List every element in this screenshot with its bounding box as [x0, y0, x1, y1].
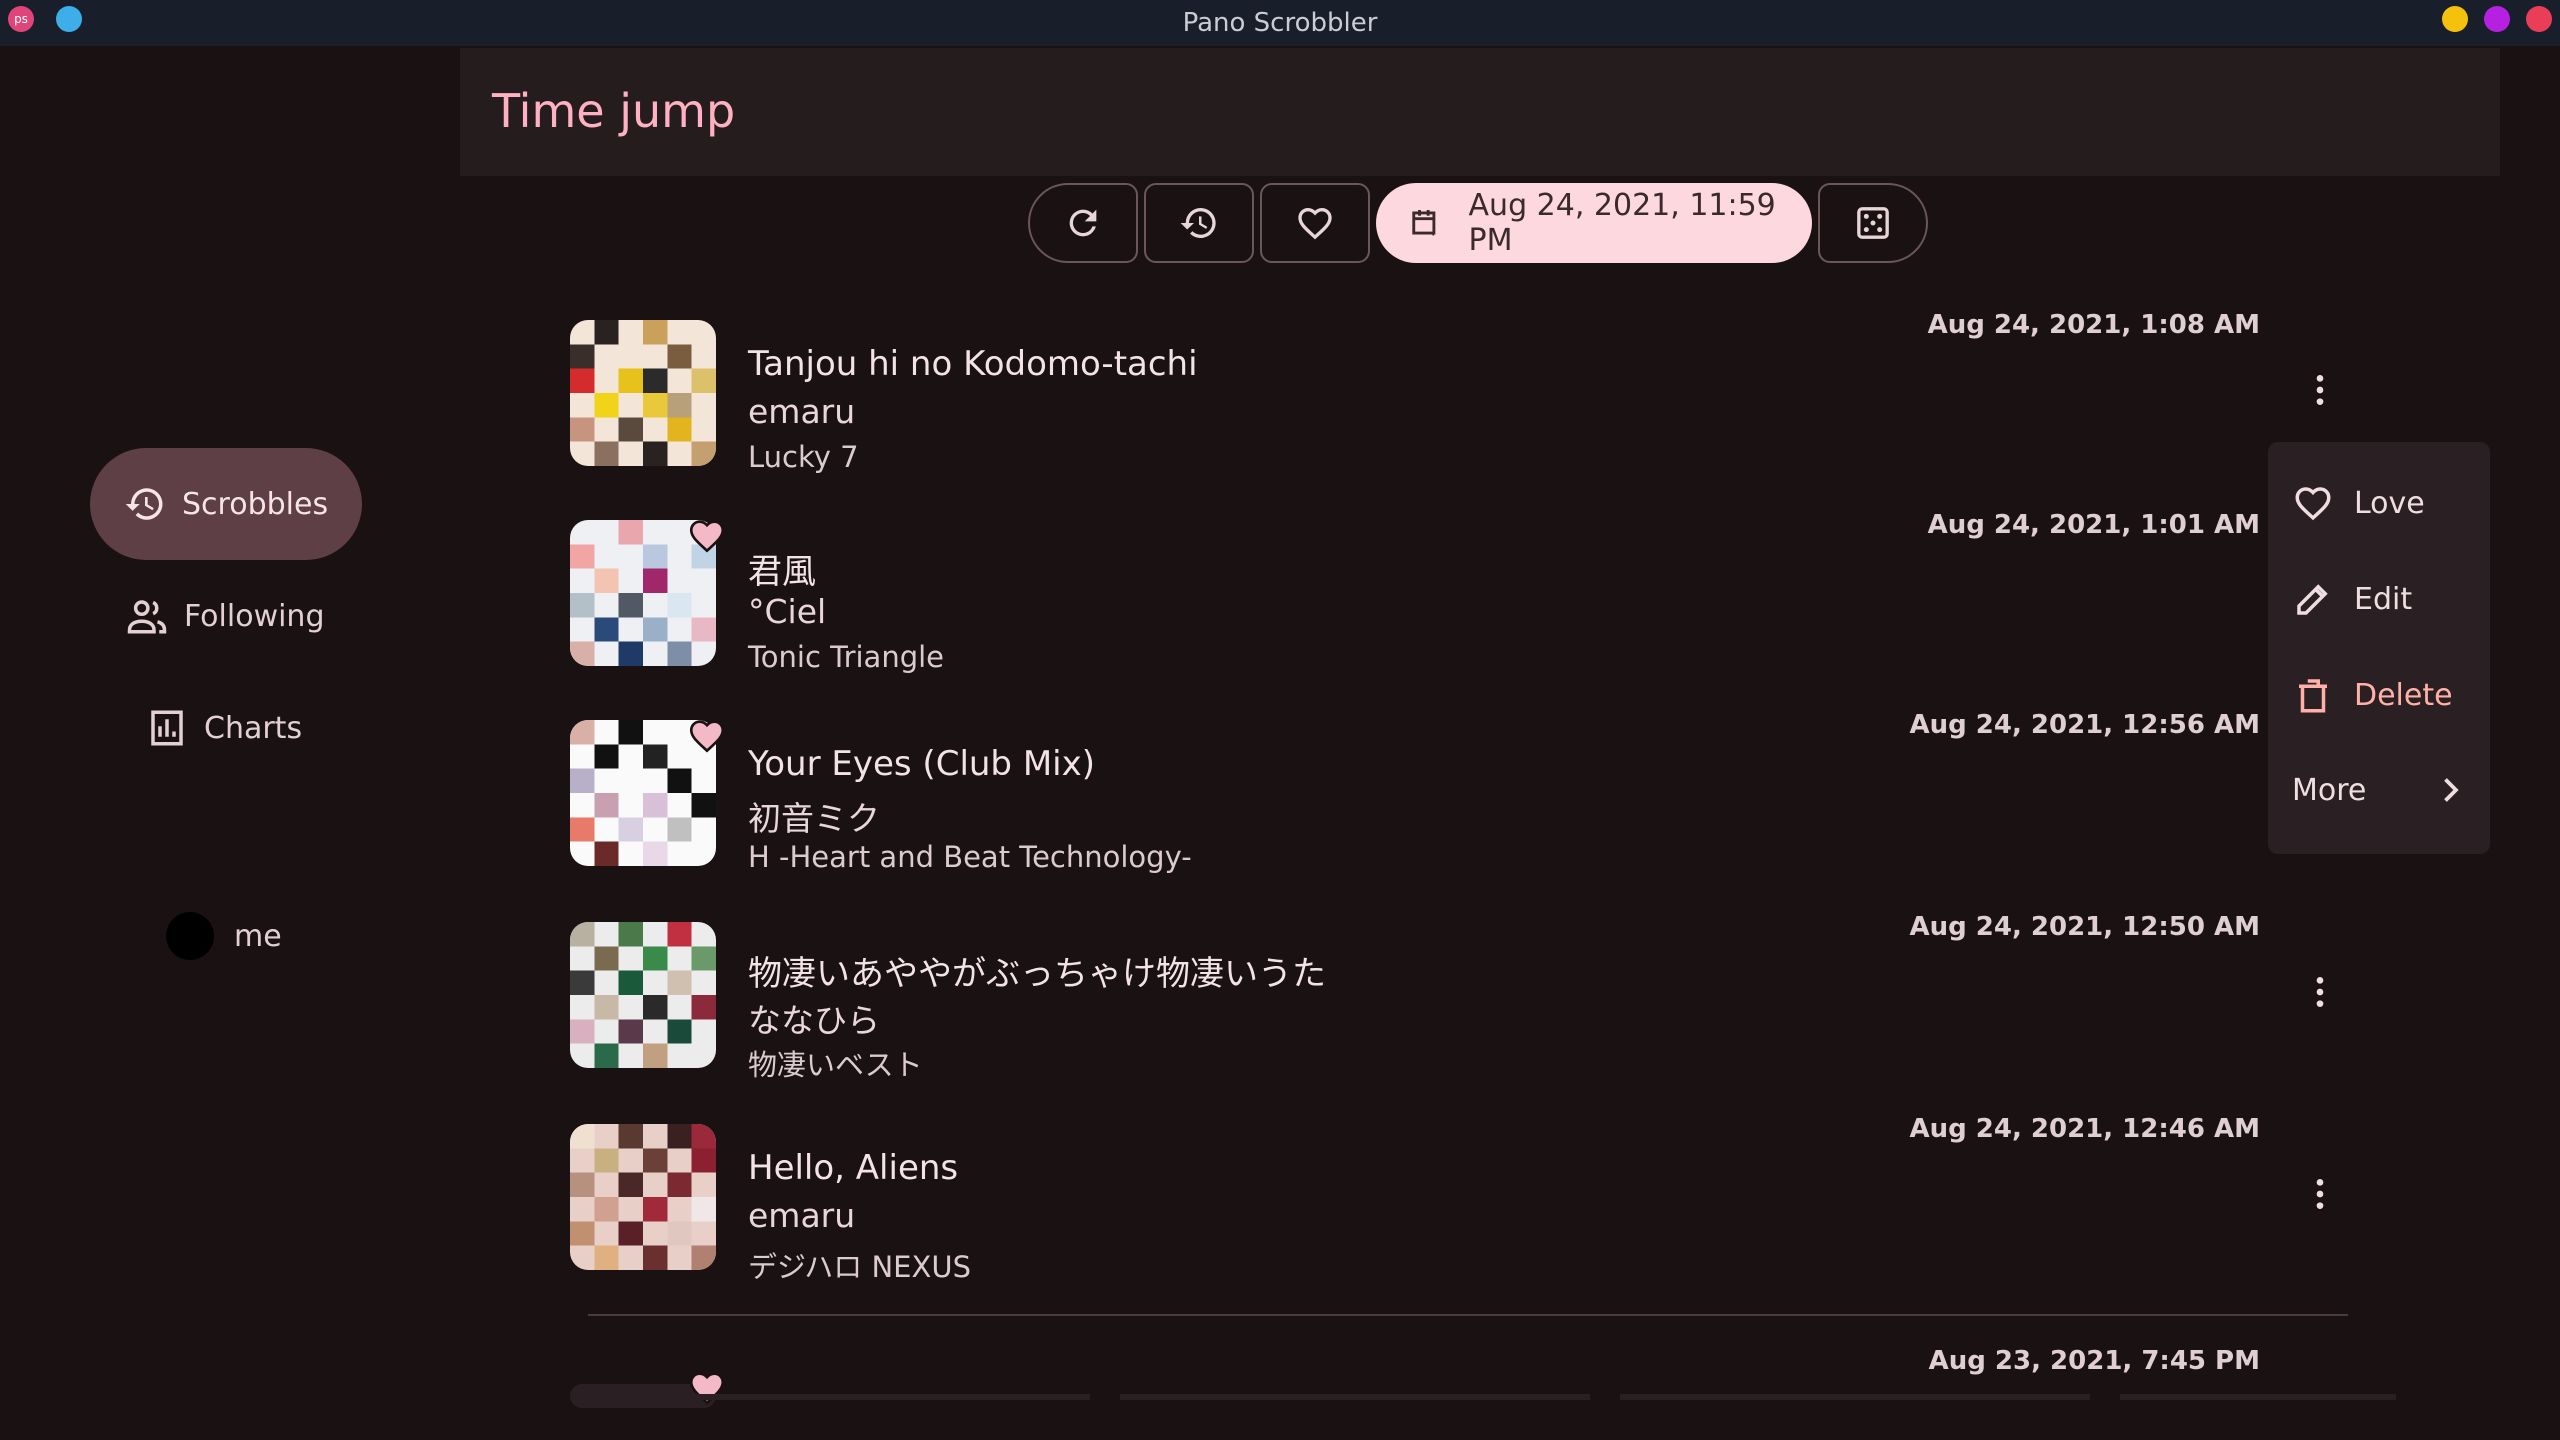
people-icon: [127, 600, 167, 634]
menu-item-love[interactable]: Love: [2292, 482, 2425, 524]
list-item[interactable]: Your Eyes (Club Mix) 初音ミク H -Heart and B…: [570, 710, 2260, 880]
page-title: Time jump: [492, 84, 736, 138]
avatar: [166, 912, 214, 960]
list-item[interactable]: 君風 °Ciel Tonic Triangle Aug 24, 2021, 1:…: [570, 510, 2260, 680]
loved-heart-icon: [689, 1372, 725, 1405]
scrobble-time: Aug 24, 2021, 1:08 AM: [1927, 310, 2260, 340]
nav-item-scrobbles[interactable]: Scrobbles: [90, 448, 363, 560]
track-artist: emaru: [748, 392, 856, 431]
list-item[interactable]: 物凄いあややがぶっちゃけ物凄いうた ななひら 物凄いベスト Aug 24, 20…: [570, 912, 2324, 1082]
menu-item-more[interactable]: More: [2292, 772, 2468, 808]
date-label: Aug 24, 2021, 11:59 PM: [1468, 188, 1776, 258]
navigation-rail: Scrobbles Following Charts: [90, 448, 363, 784]
partial-list-placeholder: [2120, 1394, 2396, 1400]
scrobble-time: Aug 24, 2021, 12:56 AM: [1909, 710, 2260, 740]
nav-item-label: Charts: [204, 710, 303, 746]
list-divider: [588, 1314, 2348, 1316]
menu-item-label: Love: [2354, 485, 2425, 521]
loved-heart-icon: [689, 520, 725, 553]
more-vert-icon[interactable]: [2300, 370, 2340, 410]
list-item[interactable]: Tanjou hi no Kodomo-tachi emaru Lucky 7 …: [570, 310, 2324, 480]
history-icon: [125, 488, 163, 520]
minimize-button[interactable]: [2442, 6, 2468, 32]
track-title: Your Eyes (Club Mix): [748, 744, 1095, 784]
nav-item-label: Following: [184, 598, 325, 634]
track-title: Hello, Aliens: [748, 1148, 959, 1188]
menu-item-delete[interactable]: Delete: [2292, 674, 2453, 716]
loved-filter-button[interactable]: [1260, 183, 1370, 263]
more-vert-icon[interactable]: [2300, 1174, 2340, 1214]
track-album: Lucky 7: [748, 440, 859, 474]
track-album: Tonic Triangle: [748, 640, 945, 674]
track-title: Tanjou hi no Kodomo-tachi: [748, 344, 1198, 384]
track-artist: 初音ミク: [748, 799, 880, 838]
maximize-button[interactable]: [2484, 6, 2510, 32]
track-album: 物凄いベスト: [748, 1048, 923, 1082]
chevron-right-icon: [2444, 778, 2459, 802]
album-art: [570, 320, 716, 466]
scrobble-time: Aug 23, 2021, 7:45 PM: [1928, 1346, 2260, 1376]
calendar-icon: [1412, 210, 1436, 236]
menu-item-label: Delete: [2354, 677, 2453, 713]
scrobble-time: Aug 24, 2021, 12:46 AM: [1909, 1114, 2260, 1144]
user-profile[interactable]: me: [166, 912, 282, 960]
menu-item-label: More: [2292, 772, 2367, 808]
nav-item-label: Scrobbles: [182, 486, 329, 522]
album-art: [570, 922, 716, 1068]
heart-outline-icon: [2295, 487, 2331, 521]
refresh-button[interactable]: [1028, 183, 1138, 263]
window-title: Pano Scrobbler: [1182, 8, 1378, 38]
menu-item-label: Edit: [2354, 581, 2413, 617]
refresh-icon: [1069, 209, 1097, 237]
nav-item-following[interactable]: Following: [90, 560, 362, 672]
random-button[interactable]: [1818, 183, 1928, 263]
time-jump-date-button[interactable]: Aug 24, 2021, 11:59 PM: [1376, 183, 1812, 263]
more-vert-icon[interactable]: [2300, 972, 2340, 1012]
track-artist: ななひら: [748, 1001, 880, 1040]
track-artist: emaru: [748, 1196, 856, 1235]
scrobble-time: Aug 24, 2021, 12:50 AM: [1909, 912, 2260, 942]
partial-list-placeholder: [620, 1394, 1090, 1400]
album-art: [570, 1124, 716, 1270]
track-album: デジハロ NEXUS: [748, 1250, 971, 1284]
partial-list-placeholder: [1620, 1394, 2090, 1400]
track-artist: °Ciel: [748, 592, 827, 631]
filter-toolbar: Aug 24, 2021, 11:59 PM: [1028, 183, 1928, 263]
bar-chart-icon: [151, 710, 183, 746]
track-title: 君風: [748, 552, 816, 592]
history-icon: [1180, 208, 1216, 238]
track-album: H -Heart and Beat Technology-: [748, 840, 1192, 874]
close-button[interactable]: [2526, 6, 2552, 32]
nav-item-charts[interactable]: Charts: [90, 672, 362, 784]
context-menu: Love Edit Delete More: [2268, 442, 2490, 854]
loved-heart-icon: [689, 720, 725, 753]
username: me: [234, 918, 282, 954]
scrobble-time: Aug 24, 2021, 1:01 AM: [1927, 510, 2260, 540]
track-title: 物凄いあややがぶっちゃけ物凄いうた: [748, 954, 1326, 994]
partial-list-placeholder: [1120, 1394, 1590, 1400]
history-button[interactable]: [1144, 183, 1254, 263]
menu-item-edit[interactable]: Edit: [2292, 578, 2412, 620]
window-titlebar: ps Pano Scrobbler: [0, 0, 2560, 46]
list-item[interactable]: Hello, Aliens emaru デジハロ NEXUS Aug 24, 2…: [570, 1114, 2324, 1284]
window-controls: [2442, 6, 2552, 32]
dice-icon: [1857, 207, 1889, 239]
trash-icon: [2299, 679, 2327, 713]
pencil-icon: [2297, 584, 2328, 615]
page-header: Time jump: [460, 48, 2500, 176]
heart-outline-icon: [1298, 207, 1332, 240]
